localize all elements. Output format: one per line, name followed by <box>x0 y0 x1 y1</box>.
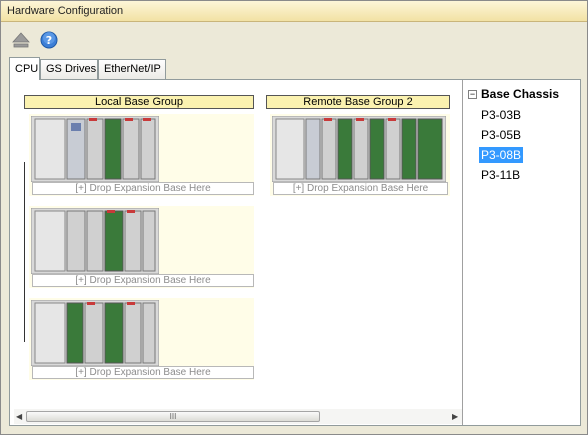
local-base-group-header: Local Base Group <box>24 95 254 109</box>
drop-expansion-base-zone[interactable]: [+] Drop Expansion Base Here <box>32 366 254 379</box>
base-connector-line <box>24 162 25 342</box>
tree-item-p3-05b[interactable]: P3-05B <box>479 127 523 143</box>
local-base-3[interactable]: [+] Drop Expansion Base Here <box>29 298 254 380</box>
drop-expansion-base-zone[interactable]: [+] Drop Expansion Base Here <box>32 274 254 287</box>
tab-ethernet-ip[interactable]: EtherNet/IP <box>98 59 166 79</box>
base-chassis-image <box>272 116 446 182</box>
scroll-left-arrow-icon[interactable]: ◀ <box>16 412 22 421</box>
svg-text:?: ? <box>46 34 52 47</box>
title-bar: Hardware Configuration <box>1 1 587 22</box>
base-chassis-tree: − Base Chassis P3-03B P3-05B P3-08B P3-11… <box>465 83 579 423</box>
tree-item-p3-11b[interactable]: P3-11B <box>479 167 522 183</box>
tab-gs-drives[interactable]: GS Drives <box>40 59 98 79</box>
window-title: Hardware Configuration <box>7 5 124 17</box>
horizontal-scrollbar[interactable]: ◀ III ▶ <box>14 409 462 424</box>
tree-header[interactable]: − Base Chassis <box>468 87 559 101</box>
drop-expansion-base-zone[interactable]: [+] Drop Expansion Base Here <box>273 182 448 195</box>
base-chassis-image <box>31 116 159 182</box>
scrollbar-thumb[interactable]: III <box>26 411 320 422</box>
configuration-canvas: Local Base Group [+] Drop Expansion Base… <box>12 82 462 424</box>
remote-base-1[interactable]: [+] Drop Expansion Base Here <box>270 114 450 196</box>
toolbar: ? <box>1 23 587 55</box>
hardware-configuration-window: Hardware Configuration ? CPU GS Drives E… <box>0 0 588 435</box>
base-chassis-image <box>31 300 159 366</box>
local-base-2[interactable]: [+] Drop Expansion Base Here <box>29 206 254 288</box>
tree-item-p3-08b[interactable]: P3-08B <box>479 147 524 163</box>
drop-expansion-base-zone[interactable]: [+] Drop Expansion Base Here <box>32 182 254 195</box>
tree-header-label: Base Chassis <box>481 87 560 101</box>
eject-icon[interactable] <box>11 30 31 50</box>
base-chassis-image <box>31 208 159 274</box>
collapse-icon[interactable]: − <box>468 90 477 99</box>
panel-splitter[interactable] <box>462 80 463 425</box>
tree-item-p3-03b[interactable]: P3-03B <box>479 107 523 123</box>
tab-cpu[interactable]: CPU <box>9 57 40 80</box>
tab-content-panel: Local Base Group [+] Drop Expansion Base… <box>9 79 581 426</box>
local-base-1[interactable]: [+] Drop Expansion Base Here <box>29 114 254 196</box>
scroll-right-arrow-icon[interactable]: ▶ <box>452 412 458 421</box>
remote-base-group-header: Remote Base Group 2 <box>266 95 450 109</box>
help-icon[interactable]: ? <box>39 30 59 50</box>
